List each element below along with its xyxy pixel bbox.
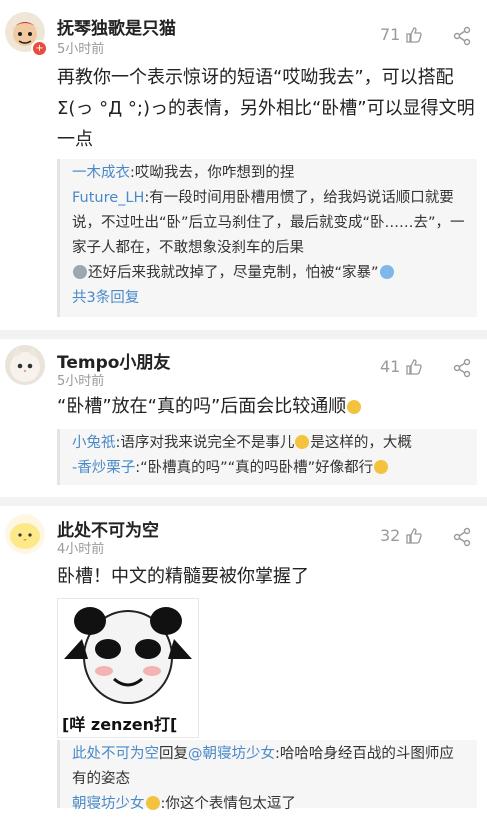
- reply-box[interactable]: 小兔祇:语序对我来说完全不是事儿 是这样的，大概 -香炒栗子:“卧槽真的吗”“真的…: [57, 429, 477, 485]
- reply-box[interactable]: 一木成衣:哎呦我去，你咋想到的捏 Future_LH:有一段时间用卧槽用惯了，给…: [57, 159, 477, 317]
- vip-badge-icon: +: [31, 40, 48, 57]
- reply-author[interactable]: 此处不可为空: [72, 746, 159, 762]
- username[interactable]: 抚琴独歌是只猫: [57, 14, 176, 39]
- comment-text: 卧槽！中文的精髓要被你掌握了: [57, 566, 309, 587]
- like-button[interactable]: 71: [380, 25, 423, 44]
- divider: [0, 330, 487, 339]
- reply-author[interactable]: 朝寝坊少女: [72, 796, 145, 812]
- thumb-up-icon: [406, 527, 423, 544]
- comment-text: 再教你一个表示惊讶的短语“哎呦我去”，可以搭配Σ(っ °Д °;)っ的表情，另外…: [57, 67, 475, 150]
- comment-text-body: “卧槽”放在“真的吗”后面会比较通顺: [57, 396, 347, 417]
- emoji-icon: [347, 400, 362, 414]
- emoji-icon: [73, 265, 87, 279]
- more-replies-link[interactable]: 共3条回复: [72, 286, 467, 311]
- reply-item[interactable]: 小兔祇:语序对我来说完全不是事儿 是这样的，大概: [72, 431, 467, 456]
- reply-item[interactable]: 此处不可为空回复@朝寝坊少女:哈哈哈身经百战的斗图师应有的姿态: [72, 742, 467, 792]
- reply-text: :哎呦我去，你咋想到的捏: [130, 165, 295, 181]
- emoji-icon: [379, 265, 394, 279]
- like-count: 32: [380, 526, 401, 545]
- comment-1: + 抚琴独歌是只猫 5小时前 71 再教你一个表示惊讶的短语“哎呦我去”，可以搭…: [0, 0, 487, 330]
- panda-meme-image[interactable]: [咩 zenzen打[: [57, 598, 199, 738]
- reply-text: :你这个表情包太逗了: [160, 796, 296, 812]
- divider: [0, 497, 487, 506]
- reply-author[interactable]: 一木成衣: [72, 165, 130, 181]
- share-icon[interactable]: [452, 358, 472, 378]
- comment-text: “卧槽”放在“真的吗”后面会比较通顺: [57, 391, 477, 422]
- reply-box[interactable]: 此处不可为空回复@朝寝坊少女:哈哈哈身经百战的斗图师应有的姿态 朝寝坊少女 :你这…: [57, 740, 477, 812]
- reply-text: :“卧槽真的吗”“真的吗卧槽”好像都行: [135, 460, 374, 476]
- comment-2: Tempo小朋友 5小时前 41 “卧槽”放在“真的吗”后面会比较通顺 小兔祇:…: [0, 339, 487, 494]
- reply-item[interactable]: 朝寝坊少女 :你这个表情包太逗了: [72, 792, 467, 817]
- comment-3: 此处不可为空 4小时前 32 卧槽！中文的精髓要被你掌握了 [咩 zenzen打…: [0, 506, 487, 812]
- timestamp: 5小时前: [57, 42, 105, 57]
- share-icon[interactable]: [452, 527, 472, 547]
- reply-text-cont: 还好后来我就改掉了，尽量克制，怕被“家暴”: [88, 265, 379, 281]
- panda-face-icon: [64, 607, 192, 704]
- thumb-up-icon: [406, 358, 423, 375]
- reply-word: 回复: [159, 746, 188, 762]
- emoji-icon: [295, 435, 310, 449]
- avatar-2[interactable]: [5, 345, 45, 385]
- reply-author[interactable]: 小兔祇: [72, 435, 116, 451]
- timestamp: 4小时前: [57, 542, 105, 557]
- reply-text-cont: 是这样的，大概: [310, 435, 412, 451]
- like-count: 41: [380, 357, 401, 376]
- avatar-3[interactable]: [5, 514, 45, 554]
- timestamp: 5小时前: [57, 374, 105, 389]
- reply-text: :语序对我来说完全不是事儿: [115, 435, 295, 451]
- reply-item[interactable]: Future_LH:有一段时间用卧槽用惯了，给我妈说话顺口就要说，不过吐出“卧”…: [72, 186, 467, 286]
- thumb-up-icon: [406, 26, 423, 43]
- reply-author[interactable]: -香炒栗子: [72, 460, 135, 476]
- like-count: 71: [380, 25, 401, 44]
- reply-item[interactable]: -香炒栗子:“卧槽真的吗”“真的吗卧槽”好像都行: [72, 456, 467, 481]
- reply-author[interactable]: Future_LH: [72, 190, 144, 206]
- reply-target[interactable]: @朝寝坊少女: [188, 746, 275, 762]
- meme-caption: [咩 zenzen打[: [62, 715, 178, 734]
- like-button[interactable]: 32: [380, 526, 423, 545]
- reply-item[interactable]: 一木成衣:哎呦我去，你咋想到的捏: [72, 161, 467, 186]
- share-icon[interactable]: [452, 26, 472, 46]
- emoji-icon: [374, 460, 389, 474]
- like-button[interactable]: 41: [380, 357, 423, 376]
